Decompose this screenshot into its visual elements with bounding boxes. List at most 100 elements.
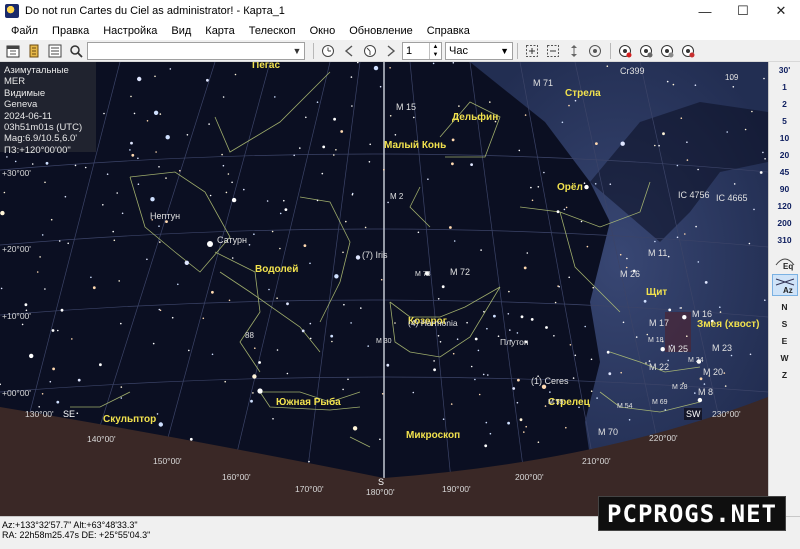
sky-chart-canvas[interactable]: Пегас Стрела Дельфин Малый Конь Орёл Вод… <box>0 62 768 516</box>
fov-10-button[interactable]: 10 <box>770 130 800 147</box>
obj-label-ic4665[interactable]: IC 4665 <box>716 193 748 203</box>
search-field[interactable] <box>88 42 290 59</box>
ephemeris-icon[interactable] <box>24 41 44 61</box>
look-zenith-button[interactable]: Z <box>770 367 800 384</box>
obj-label-m23[interactable]: M 23 <box>712 343 732 353</box>
target-icon[interactable] <box>585 41 605 61</box>
telescope-connect-icon[interactable] <box>615 41 635 61</box>
fov-200-button[interactable]: 200 <box>770 215 800 232</box>
obj-label-m8[interactable]: M 8 <box>698 387 713 397</box>
menu-chart[interactable]: Карта <box>198 22 241 40</box>
look-south-button[interactable]: S <box>770 316 800 333</box>
const-label-pegasus[interactable]: Пегас <box>252 62 280 71</box>
const-label-sagitta[interactable]: Стрела <box>565 88 601 99</box>
minimize-button[interactable]: — <box>686 0 724 22</box>
obj-label-m22[interactable]: M 22 <box>649 362 669 372</box>
menu-edit[interactable]: Правка <box>45 22 96 40</box>
obj-label-m26[interactable]: M 26 <box>620 269 640 279</box>
telescope-abort-icon[interactable] <box>678 41 698 61</box>
obj-label-m16[interactable]: M 16 <box>692 309 712 319</box>
menu-window[interactable]: Окно <box>303 22 343 40</box>
flip-icon[interactable] <box>564 41 584 61</box>
zoom-in-icon[interactable] <box>522 41 542 61</box>
sky-chart[interactable]: Пегас Стрела Дельфин Малый Конь Орёл Вод… <box>0 62 768 516</box>
obj-label-109[interactable]: 109 <box>725 73 739 82</box>
obj-label-saturn[interactable]: Сатурн <box>217 235 247 245</box>
fov-2-button[interactable]: 2 <box>770 96 800 113</box>
azimuthal-mode-button[interactable]: Az <box>771 274 798 296</box>
calendar-icon[interactable] <box>3 41 23 61</box>
telescope-slew-icon[interactable] <box>636 41 656 61</box>
clock-icon[interactable] <box>318 41 338 61</box>
obj-label-m15[interactable]: M 15 <box>396 102 416 112</box>
obj-label-m30[interactable]: M 30 <box>376 338 392 345</box>
equatorial-mode-button[interactable]: Eq <box>772 250 798 272</box>
chevron-down-icon[interactable]: ▼ <box>290 46 304 56</box>
look-east-button[interactable]: E <box>770 333 800 350</box>
time-step-spinner[interactable]: 1 ▲ ▼ <box>402 41 442 60</box>
obj-label-m72[interactable]: M 72 <box>450 267 470 277</box>
time-step-value[interactable]: 1 <box>403 45 429 57</box>
fov-310-button[interactable]: 310 <box>770 232 800 249</box>
menu-file[interactable]: Файл <box>4 22 45 40</box>
const-label-microscopium[interactable]: Микроскоп <box>406 430 460 441</box>
const-label-aquila[interactable]: Орёл <box>557 182 583 193</box>
obj-label-88[interactable]: 88 <box>245 331 254 340</box>
fov-20-button[interactable]: 20 <box>770 147 800 164</box>
fomalhaut-marker[interactable] <box>257 388 263 394</box>
search-icon[interactable] <box>66 41 86 61</box>
const-label-aquarius[interactable]: Водолей <box>255 264 298 275</box>
obj-label-m54[interactable]: M 54 <box>617 403 633 410</box>
const-label-pisaustrinus[interactable]: Южная Рыба <box>276 396 341 408</box>
obj-label-m18[interactable]: M 18 <box>648 337 664 344</box>
obj-label-m17[interactable]: M 17 <box>649 318 669 328</box>
close-button[interactable]: ✕ <box>762 0 800 22</box>
const-label-sculptor[interactable]: Скульптор <box>103 414 156 425</box>
menu-view[interactable]: Вид <box>164 22 198 40</box>
obj-label-pluto[interactable]: Плутон <box>500 337 529 347</box>
fov-90-button[interactable]: 90 <box>770 181 800 198</box>
spin-up-icon[interactable]: ▲ <box>430 43 441 51</box>
obj-label-neptune[interactable]: Нептун <box>150 211 180 221</box>
fov-5-button[interactable]: 5 <box>770 113 800 130</box>
now-clock-icon[interactable] <box>360 41 380 61</box>
zoom-out-icon[interactable] <box>543 41 563 61</box>
fov-1-button[interactable]: 1 <box>770 79 800 96</box>
maximize-button[interactable]: ☐ <box>724 0 762 22</box>
fov-45-button[interactable]: 45 <box>770 164 800 181</box>
time-unit-select[interactable]: Час ▼ <box>445 41 513 60</box>
const-label-equuleus[interactable]: Малый Конь <box>384 140 446 151</box>
obj-label-m20[interactable]: M 20 <box>703 367 723 377</box>
const-label-delphinus[interactable]: Дельфин <box>452 111 498 123</box>
obj-label-m28[interactable]: M 28 <box>672 384 688 391</box>
obj-label-cr399[interactable]: Cr399 <box>620 66 645 76</box>
obj-label-m69[interactable]: M 69 <box>652 399 668 406</box>
menu-help[interactable]: Справка <box>420 22 477 40</box>
search-input[interactable]: ▼ <box>87 41 305 60</box>
obj-label-m70[interactable]: M 70 <box>598 427 618 437</box>
obj-label-m71[interactable]: M 71 <box>533 78 553 88</box>
spin-down-icon[interactable]: ▼ <box>430 51 441 59</box>
telescope-sync-icon[interactable] <box>657 41 677 61</box>
obj-label-m55[interactable]: M 55 <box>548 399 564 406</box>
look-west-button[interactable]: W <box>770 350 800 367</box>
fov-120-button[interactable]: 120 <box>770 198 800 215</box>
menu-setup[interactable]: Настройка <box>96 22 164 40</box>
obj-label-ic4756[interactable]: IC 4756 <box>678 190 710 200</box>
obj-label-iris[interactable]: (7) Iris <box>362 250 388 260</box>
obj-label-m24[interactable]: M 24 <box>688 357 704 364</box>
look-north-button[interactable]: N <box>770 299 800 316</box>
saturn-marker[interactable] <box>207 241 213 247</box>
obj-label-m11[interactable]: M 11 <box>648 248 667 258</box>
const-label-serpens[interactable]: Змея (хвост) <box>697 319 760 330</box>
menu-update[interactable]: Обновление <box>342 22 420 40</box>
list-icon[interactable] <box>45 41 65 61</box>
fov-30min-button[interactable]: 30' <box>770 62 800 79</box>
menu-telescope[interactable]: Телескоп <box>242 22 303 40</box>
step-back-icon[interactable] <box>339 41 359 61</box>
obj-label-ceres[interactable]: (1) Ceres <box>531 376 569 386</box>
obj-label-m73[interactable]: M 73 <box>415 271 431 278</box>
obj-label-m2[interactable]: M 2 <box>390 192 404 201</box>
obj-label-m25[interactable]: M 25 <box>668 344 688 354</box>
step-forward-icon[interactable] <box>381 41 401 61</box>
